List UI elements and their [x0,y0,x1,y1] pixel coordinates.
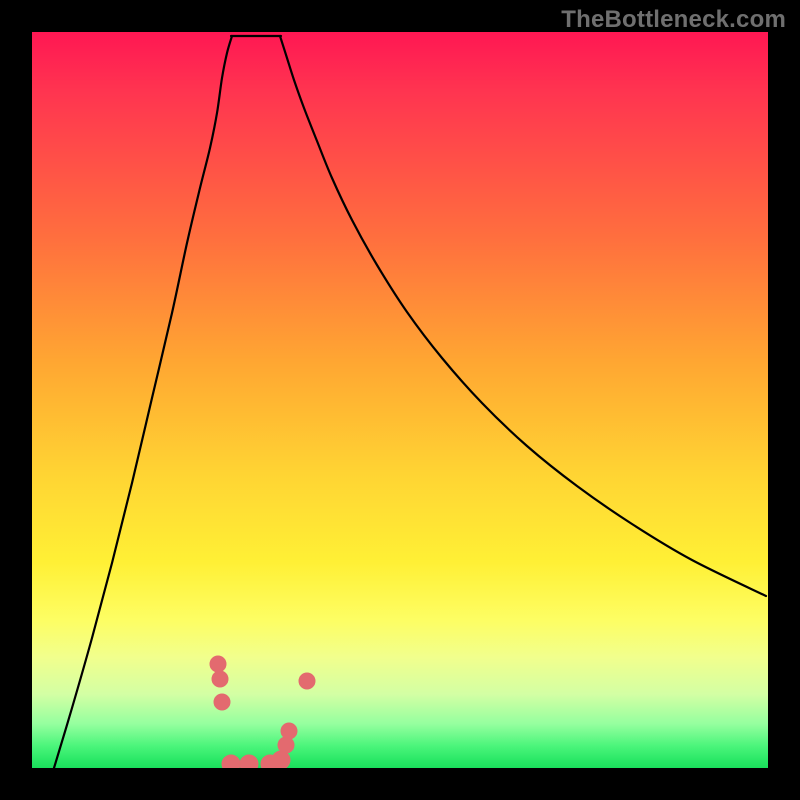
data-marker-1 [212,671,228,687]
markers-group [210,656,315,768]
data-marker-9 [299,673,315,689]
curve-right-curve [280,36,766,596]
outer-frame: TheBottleneck.com [0,0,800,800]
chart-svg [32,32,768,768]
curve-left-curve [54,36,232,768]
data-marker-3 [222,755,240,768]
curves-group [54,36,766,768]
data-marker-6 [272,751,290,768]
data-marker-4 [240,755,258,768]
data-marker-7 [278,737,294,753]
data-marker-2 [214,694,230,710]
data-marker-8 [281,723,297,739]
data-marker-0 [210,656,226,672]
watermark-text: TheBottleneck.com [561,6,786,34]
plot-area [32,32,768,768]
